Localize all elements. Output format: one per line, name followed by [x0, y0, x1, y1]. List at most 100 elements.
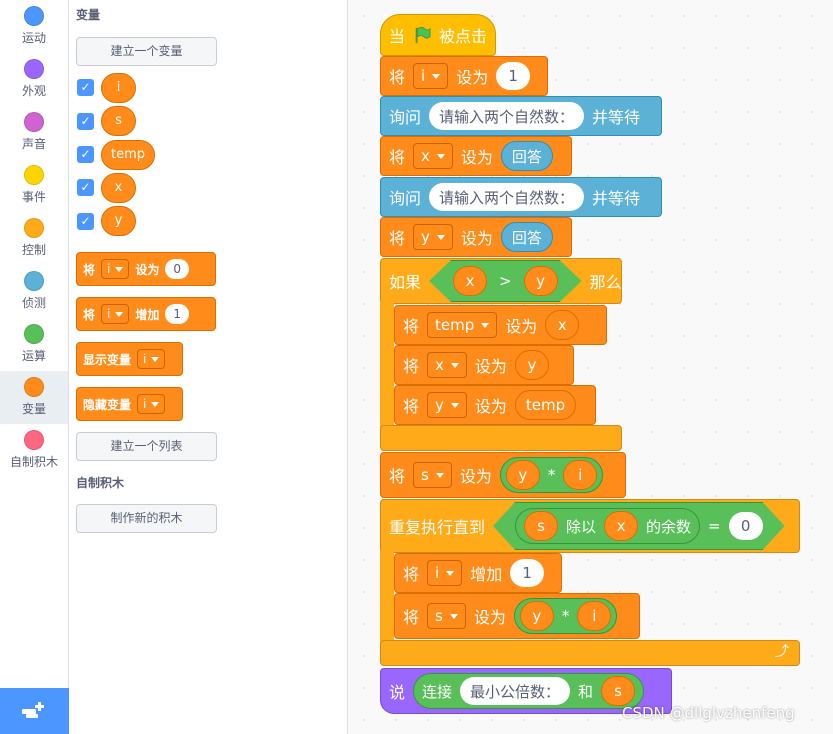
looks-dot-icon — [24, 59, 44, 79]
category-sidebar: 运动 外观 声音 事件 控制 侦测 运算 变量 自制积木 — [0, 0, 69, 734]
show-variable-block[interactable]: 显示变量 i — [76, 342, 183, 376]
sensing-dot-icon — [24, 271, 44, 291]
category-sensing[interactable]: 侦测 — [0, 265, 68, 318]
variable-checkbox[interactable]: ✓ — [77, 146, 94, 163]
category-sound[interactable]: 声音 — [0, 106, 68, 159]
control-dot-icon — [24, 218, 44, 238]
variable-checkbox[interactable]: ✓ — [77, 113, 94, 130]
repeat-until-block[interactable]: 重复执行直到 s 除以 x 的余数 = 0 — [380, 499, 800, 553]
variable-reporter[interactable]: x — [604, 511, 638, 541]
variable-dropdown[interactable]: y — [413, 224, 453, 250]
answer-reporter[interactable]: 回答 — [500, 141, 553, 171]
variable-reporter-temp[interactable]: temp — [101, 140, 155, 170]
category-motion[interactable]: 运动 — [0, 0, 68, 53]
script-area[interactable]: 当 被点击 .canvas .hat{background:#ffbf00;bo… — [348, 0, 833, 734]
if-then-block[interactable]: 如果 x > y 那么 — [380, 258, 622, 304]
set-y-block[interactable]: 将 y 设为 回答 — [380, 217, 572, 257]
variable-reporter[interactable]: y — [524, 266, 558, 296]
repeat-arm — [380, 551, 394, 643]
variables-header: 变量 — [76, 8, 101, 22]
variable-reporter[interactable]: x — [453, 266, 487, 296]
extension-icon — [22, 702, 44, 718]
variable-dropdown[interactable]: s — [427, 603, 466, 629]
set-s-block[interactable]: 将 s 设为 y * i — [380, 452, 626, 498]
value-input[interactable]: 0 — [729, 512, 763, 540]
repeat-block-footer: ⤴ — [380, 640, 800, 666]
variable-reporter[interactable]: y — [519, 601, 554, 631]
add-extension-button[interactable] — [0, 688, 69, 734]
set-i-block[interactable]: 将 i 设为 1 — [380, 56, 548, 96]
variable-dropdown[interactable]: y — [427, 392, 467, 418]
variable-reporter[interactable]: s — [524, 511, 558, 541]
make-block-button[interactable]: 制作新的积木 — [76, 504, 217, 533]
variable-checkbox[interactable]: ✓ — [77, 79, 94, 96]
variable-checkbox[interactable]: ✓ — [77, 213, 94, 230]
variable-dropdown[interactable]: x — [427, 352, 467, 378]
value-input[interactable]: 1 — [510, 559, 545, 587]
make-list-button[interactable]: 建立一个列表 — [76, 432, 217, 461]
block-palette: 变量 建立一个变量 ✓ i ✓ s ✓ temp ✓ x ✓ y 将 i 设为 … — [69, 0, 410, 734]
category-operators[interactable]: 运算 — [0, 318, 68, 371]
variable-dropdown[interactable]: i — [101, 259, 130, 279]
multiply-operator[interactable]: y * i — [499, 457, 604, 493]
operators-dot-icon — [24, 324, 44, 344]
variable-dropdown[interactable]: i — [413, 63, 449, 89]
set-y-block[interactable]: 将 y 设为 temp — [394, 385, 596, 425]
category-control[interactable]: 控制 — [0, 212, 68, 265]
category-looks[interactable]: 外观 — [0, 53, 68, 106]
variable-reporter[interactable]: i — [577, 601, 612, 631]
value-input[interactable]: 1 — [496, 62, 531, 90]
question-input[interactable]: 请输入两个自然数： — [429, 183, 585, 211]
set-x-block[interactable]: 将 x 设为 y — [394, 345, 574, 385]
variable-reporter-y[interactable]: y — [101, 206, 136, 236]
variable-reporter[interactable]: s — [601, 676, 636, 706]
variable-reporter[interactable]: y — [514, 350, 549, 380]
variable-dropdown[interactable]: i — [137, 349, 166, 369]
greater-than-operator[interactable]: x > y — [429, 260, 582, 302]
text-input[interactable]: 最小公倍数： — [460, 677, 571, 705]
sound-dot-icon — [24, 112, 44, 132]
change-i-block[interactable]: 将 i 增加 1 — [394, 553, 562, 593]
ask-and-wait-block[interactable]: 询问 请输入两个自然数： 并等待 — [380, 177, 662, 217]
variable-dropdown[interactable]: x — [413, 143, 453, 169]
question-input[interactable]: 请输入两个自然数： — [429, 102, 585, 130]
if-arm — [380, 302, 394, 428]
events-dot-icon — [24, 165, 44, 185]
set-variable-block[interactable]: 将 i 设为 0 — [76, 252, 216, 286]
value-input[interactable]: 0 — [165, 259, 190, 279]
variable-checkbox[interactable]: ✓ — [77, 179, 94, 196]
set-temp-block[interactable]: 将 temp 设为 x — [394, 305, 607, 345]
myblocks-dot-icon — [24, 430, 44, 450]
set-x-block[interactable]: 将 x 设为 回答 — [380, 136, 572, 176]
ask-and-wait-block[interactable]: 询问 请输入两个自然数： 并等待 — [380, 96, 662, 136]
variable-dropdown[interactable]: i — [427, 560, 463, 586]
multiply-operator[interactable]: y * i — [513, 598, 618, 634]
join-operator[interactable]: 连接 最小公倍数： 和 s — [413, 673, 645, 709]
hide-variable-block[interactable]: 隐藏变量 i — [76, 387, 183, 421]
variable-reporter-x[interactable]: x — [101, 173, 136, 203]
category-events[interactable]: 事件 — [0, 159, 68, 212]
when-flag-clicked-block[interactable]: 当 被点击 — [380, 14, 496, 56]
variables-dot-icon — [24, 377, 44, 397]
set-s-block[interactable]: 将 s 设为 y * i — [394, 593, 640, 639]
variable-dropdown[interactable]: i — [137, 394, 166, 414]
variable-reporter[interactable]: temp — [514, 390, 577, 420]
variable-reporter[interactable]: x — [545, 310, 580, 340]
variable-reporter[interactable]: i — [563, 460, 598, 490]
watermark: CSDN @dllglvzhenfeng — [622, 704, 795, 722]
equals-operator[interactable]: s 除以 x 的余数 = 0 — [493, 502, 785, 550]
category-variables[interactable]: 变量 — [0, 371, 68, 424]
mod-operator[interactable]: s 除以 x 的余数 — [515, 508, 700, 544]
variable-reporter[interactable]: y — [505, 460, 540, 490]
variable-reporter-i[interactable]: i — [101, 73, 136, 103]
variable-dropdown[interactable]: i — [101, 304, 130, 324]
variable-reporter-s[interactable]: s — [101, 106, 136, 136]
answer-reporter[interactable]: 回答 — [500, 222, 553, 252]
loop-arrow-icon: ⤴ — [775, 644, 789, 660]
value-input[interactable]: 1 — [165, 304, 190, 324]
variable-dropdown[interactable]: temp — [427, 312, 498, 338]
category-myblocks[interactable]: 自制积木 — [0, 424, 68, 477]
change-variable-block[interactable]: 将 i 增加 1 — [76, 297, 216, 331]
make-variable-button[interactable]: 建立一个变量 — [76, 37, 217, 66]
variable-dropdown[interactable]: s — [413, 462, 452, 488]
